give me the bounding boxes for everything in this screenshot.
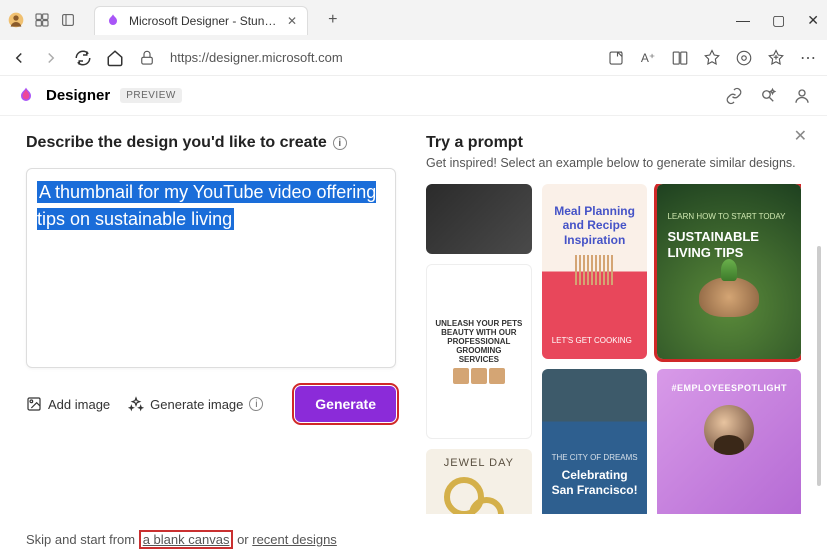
app-header: Designer PREVIEW bbox=[0, 76, 827, 116]
try-heading: Try a prompt bbox=[426, 134, 801, 152]
create-pane: Describe the design you'd like to create… bbox=[26, 134, 396, 537]
link-icon[interactable] bbox=[725, 87, 743, 105]
card2-text: UNLEASH YOUR PETS BEAUTY WITH OUR PROFES… bbox=[435, 319, 523, 364]
favorite-icon[interactable] bbox=[703, 49, 721, 67]
image-icon bbox=[26, 396, 42, 412]
card4-label: LEARN HOW TO START TODAY bbox=[667, 212, 785, 221]
skip-prefix: Skip and start from bbox=[26, 532, 139, 547]
skip-mid: or bbox=[233, 532, 252, 547]
lock-icon[interactable] bbox=[138, 49, 156, 67]
recent-designs-link[interactable]: recent designs bbox=[252, 532, 337, 547]
card7-text: #EMPLOYEESPOTLIGHT bbox=[671, 383, 787, 393]
scrollbar[interactable] bbox=[817, 246, 821, 486]
prompt-card-6[interactable]: THE CITY OF DREAMS Celebrating San Franc… bbox=[542, 369, 648, 514]
prompt-card-4[interactable]: LEARN HOW TO START TODAY SUSTAINABLE LIV… bbox=[657, 184, 801, 359]
prompt-text: A thumbnail for my YouTube video offerin… bbox=[37, 181, 376, 230]
add-image-button[interactable]: Add image bbox=[26, 396, 110, 412]
try-subtext: Get inspired! Select an example below to… bbox=[426, 156, 801, 170]
blank-canvas-link[interactable]: a blank canvas bbox=[139, 530, 234, 549]
tab-favicon-icon bbox=[105, 13, 121, 29]
forward-icon bbox=[42, 49, 60, 67]
card5-text: JEWEL DAY bbox=[444, 457, 514, 469]
close-window-icon[interactable]: ✕ bbox=[807, 12, 819, 29]
tab-title: Microsoft Designer - Stunning d bbox=[129, 14, 279, 28]
refresh-icon[interactable] bbox=[74, 49, 92, 67]
info-icon-2[interactable]: i bbox=[249, 397, 263, 411]
read-aloud-icon[interactable]: A⁺ bbox=[639, 49, 657, 67]
card3-text: Meal Planning and Recipe Inspiration bbox=[550, 204, 640, 247]
tab-close-icon[interactable]: ✕ bbox=[287, 14, 297, 28]
card3-cta: LET'S GET COOKING bbox=[552, 336, 632, 345]
collections-icon[interactable] bbox=[767, 49, 785, 67]
url-text[interactable]: https://designer.microsoft.com bbox=[170, 50, 343, 65]
prompt-card-2[interactable]: UNLEASH YOUR PETS BEAUTY WITH OUR PROFES… bbox=[426, 264, 532, 439]
app-name: Designer bbox=[46, 87, 110, 104]
prompt-card-5[interactable]: JEWEL DAY bbox=[426, 449, 532, 514]
browser-tab[interactable]: Microsoft Designer - Stunning d ✕ bbox=[94, 6, 308, 35]
main-content: ✕ Describe the design you'd like to crea… bbox=[0, 116, 827, 555]
sparkles-icon bbox=[128, 396, 144, 412]
sparkle-icon[interactable] bbox=[759, 87, 777, 105]
add-image-label: Add image bbox=[48, 397, 110, 412]
maximize-icon[interactable]: ▢ bbox=[772, 12, 785, 29]
generate-image-button[interactable]: Generate image i bbox=[128, 396, 263, 412]
home-icon[interactable] bbox=[106, 49, 124, 67]
extensions-icon[interactable] bbox=[735, 49, 753, 67]
address-bar: https://designer.microsoft.com A⁺ ⋯ bbox=[0, 40, 827, 76]
create-heading: Describe the design you'd like to create… bbox=[26, 134, 396, 152]
profile-icon[interactable] bbox=[8, 12, 24, 28]
prompt-card-1[interactable] bbox=[426, 184, 532, 254]
card6-text: Celebrating San Francisco! bbox=[550, 468, 640, 499]
generate-button[interactable]: Generate bbox=[295, 386, 396, 422]
minimize-icon[interactable]: — bbox=[736, 12, 750, 29]
share-icon[interactable] bbox=[607, 49, 625, 67]
designer-logo-icon bbox=[16, 86, 36, 106]
try-pane: Try a prompt Get inspired! Select an exa… bbox=[426, 134, 801, 537]
card6-sub: THE CITY OF DREAMS bbox=[552, 453, 638, 462]
back-icon[interactable] bbox=[10, 49, 28, 67]
more-icon[interactable]: ⋯ bbox=[799, 49, 817, 67]
skip-text: Skip and start from a blank canvas or re… bbox=[26, 532, 337, 547]
tab-actions-icon[interactable] bbox=[60, 12, 76, 28]
browser-titlebar: Microsoft Designer - Stunning d ✕ + — ▢ … bbox=[0, 0, 827, 40]
prompt-card-3[interactable]: Meal Planning and Recipe Inspiration LET… bbox=[542, 184, 648, 359]
new-tab-button[interactable]: + bbox=[328, 11, 337, 29]
prompt-grid: UNLEASH YOUR PETS BEAUTY WITH OUR PROFES… bbox=[426, 184, 801, 514]
prompt-textarea[interactable]: A thumbnail for my YouTube video offerin… bbox=[26, 168, 396, 368]
generate-image-label: Generate image bbox=[150, 397, 243, 412]
info-icon[interactable]: i bbox=[333, 136, 347, 150]
preview-badge: PREVIEW bbox=[120, 88, 182, 103]
create-heading-text: Describe the design you'd like to create bbox=[26, 134, 327, 152]
prompt-card-7[interactable]: #EMPLOYEESPOTLIGHT bbox=[657, 369, 801, 514]
split-icon[interactable] bbox=[671, 49, 689, 67]
card4-text: SUSTAINABLE LIVING TIPS bbox=[667, 229, 801, 260]
account-icon[interactable] bbox=[793, 87, 811, 105]
workspaces-icon[interactable] bbox=[34, 12, 50, 28]
close-panel-icon[interactable]: ✕ bbox=[794, 126, 807, 146]
